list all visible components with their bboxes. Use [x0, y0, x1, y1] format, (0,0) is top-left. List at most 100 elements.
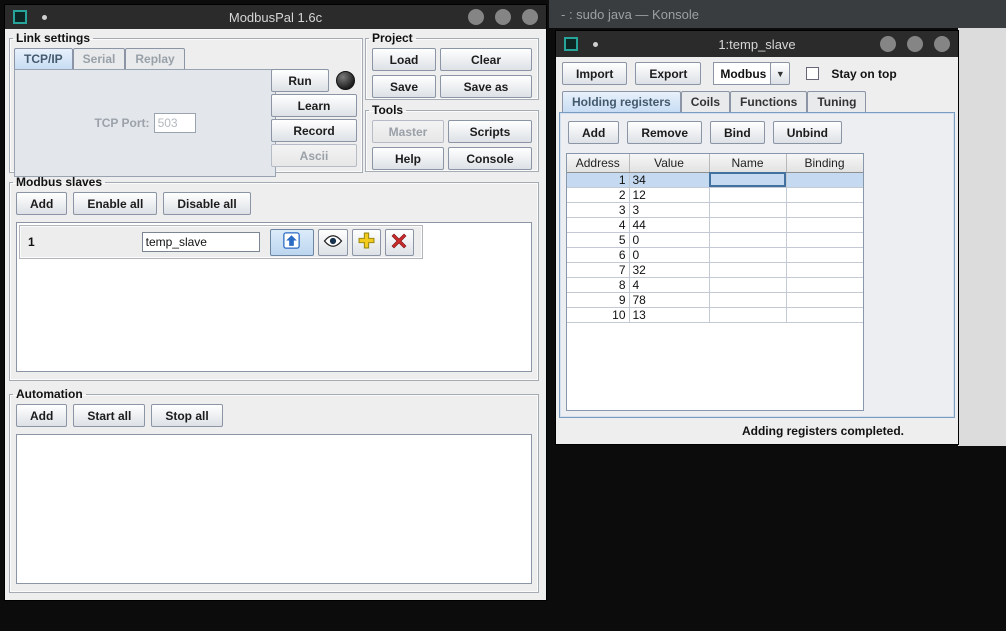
close-button[interactable] [522, 9, 538, 25]
slave-automation-button[interactable] [352, 229, 381, 256]
bind-button[interactable]: Bind [710, 121, 765, 144]
cell-binding[interactable] [786, 262, 863, 277]
cell-address[interactable]: 6 [567, 247, 629, 262]
cell-value[interactable]: 32 [629, 262, 709, 277]
tab-coils[interactable]: Coils [681, 91, 730, 113]
cell-address[interactable]: 1 [567, 172, 629, 187]
cell-address[interactable]: 7 [567, 262, 629, 277]
konsole-titlebar[interactable]: - : sudo java — Konsole [549, 0, 1006, 28]
cell-address[interactable]: 4 [567, 217, 629, 232]
cell-address[interactable]: 8 [567, 277, 629, 292]
cell-value[interactable]: 3 [629, 202, 709, 217]
cell-name[interactable] [709, 232, 786, 247]
save-as-button[interactable]: Save as [440, 75, 532, 98]
enable-all-button[interactable]: Enable all [73, 192, 157, 215]
tab-tuning[interactable]: Tuning [807, 91, 866, 113]
cell-name[interactable] [709, 247, 786, 262]
cell-address[interactable]: 10 [567, 307, 629, 322]
slave-panel-toggle-button[interactable] [270, 229, 315, 256]
col-header-binding[interactable]: Binding [786, 154, 863, 172]
cell-binding[interactable] [786, 172, 863, 187]
combo-arrow-button[interactable]: ▼ [770, 62, 790, 85]
table-row[interactable]: 10 13 [567, 307, 863, 322]
automation-add-button[interactable]: Add [16, 404, 67, 427]
cell-name[interactable] [709, 307, 786, 322]
record-button[interactable]: Record [271, 119, 357, 142]
add-slave-button[interactable]: Add [16, 192, 67, 215]
slave-window-titlebar[interactable]: 1:temp_slave [556, 31, 958, 57]
tab-holding-registers[interactable]: Holding registers [562, 91, 681, 113]
help-button[interactable]: Help [372, 147, 444, 170]
table-row[interactable]: 7 32 [567, 262, 863, 277]
minimize-button[interactable] [880, 36, 896, 52]
tab-functions[interactable]: Functions [730, 91, 807, 113]
cell-value[interactable]: 0 [629, 232, 709, 247]
cell-name[interactable] [709, 217, 786, 232]
stay-on-top-checkbox[interactable] [806, 67, 819, 80]
minimize-button[interactable] [468, 9, 484, 25]
cell-address[interactable]: 3 [567, 202, 629, 217]
cell-name[interactable] [709, 277, 786, 292]
table-row[interactable]: 9 78 [567, 292, 863, 307]
run-button[interactable]: Run [271, 69, 329, 92]
tab-tcpip[interactable]: TCP/IP [14, 48, 73, 70]
tab-replay[interactable]: Replay [125, 48, 184, 70]
start-all-button[interactable]: Start all [73, 404, 145, 427]
cell-name[interactable] [709, 292, 786, 307]
cell-binding[interactable] [786, 247, 863, 262]
table-row[interactable]: 1 34 [567, 172, 863, 187]
master-button[interactable]: Master [372, 120, 444, 143]
scripts-button[interactable]: Scripts [448, 120, 532, 143]
cell-address[interactable]: 2 [567, 187, 629, 202]
slave-row[interactable]: 1 [19, 225, 423, 259]
cell-name[interactable] [709, 172, 786, 187]
cell-binding[interactable] [786, 187, 863, 202]
ascii-button[interactable]: Ascii [271, 144, 357, 167]
stop-all-button[interactable]: Stop all [151, 404, 222, 427]
cell-address[interactable]: 9 [567, 292, 629, 307]
cell-binding[interactable] [786, 202, 863, 217]
console-button[interactable]: Console [448, 147, 532, 170]
table-row[interactable]: 4 44 [567, 217, 863, 232]
registers-scrollpane[interactable]: Address Value Name Binding 1 34 [566, 153, 864, 411]
table-row[interactable]: 6 0 [567, 247, 863, 262]
unbind-button[interactable]: Unbind [773, 121, 842, 144]
maximize-button[interactable] [907, 36, 923, 52]
col-header-value[interactable]: Value [629, 154, 709, 172]
col-header-name[interactable]: Name [709, 154, 786, 172]
cell-value[interactable]: 44 [629, 217, 709, 232]
table-row[interactable]: 8 4 [567, 277, 863, 292]
cell-value[interactable]: 13 [629, 307, 709, 322]
cell-binding[interactable] [786, 217, 863, 232]
tcp-port-input[interactable] [154, 113, 196, 133]
cell-value[interactable]: 0 [629, 247, 709, 262]
tab-serial[interactable]: Serial [73, 48, 126, 70]
cell-value[interactable]: 34 [629, 172, 709, 187]
cell-value[interactable]: 12 [629, 187, 709, 202]
slave-delete-button[interactable] [385, 229, 414, 256]
cell-binding[interactable] [786, 277, 863, 292]
learn-button[interactable]: Learn [271, 94, 357, 117]
disable-all-button[interactable]: Disable all [163, 192, 250, 215]
cell-name[interactable] [709, 202, 786, 217]
slave-visibility-button[interactable] [318, 229, 347, 256]
cell-binding[interactable] [786, 307, 863, 322]
cell-name[interactable] [709, 187, 786, 202]
maximize-button[interactable] [495, 9, 511, 25]
register-remove-button[interactable]: Remove [627, 121, 702, 144]
export-button[interactable]: Export [635, 62, 701, 85]
close-button[interactable] [934, 36, 950, 52]
cell-value[interactable]: 4 [629, 277, 709, 292]
cell-binding[interactable] [786, 292, 863, 307]
clear-button[interactable]: Clear [440, 48, 532, 71]
cell-binding[interactable] [786, 232, 863, 247]
cell-value[interactable]: 78 [629, 292, 709, 307]
load-button[interactable]: Load [372, 48, 436, 71]
col-header-address[interactable]: Address [567, 154, 629, 172]
cell-address[interactable]: 5 [567, 232, 629, 247]
table-row[interactable]: 3 3 [567, 202, 863, 217]
register-add-button[interactable]: Add [568, 121, 619, 144]
import-button[interactable]: Import [562, 62, 627, 85]
modbus-combo[interactable]: Modbus ▼ [713, 62, 790, 85]
table-row[interactable]: 2 12 [567, 187, 863, 202]
